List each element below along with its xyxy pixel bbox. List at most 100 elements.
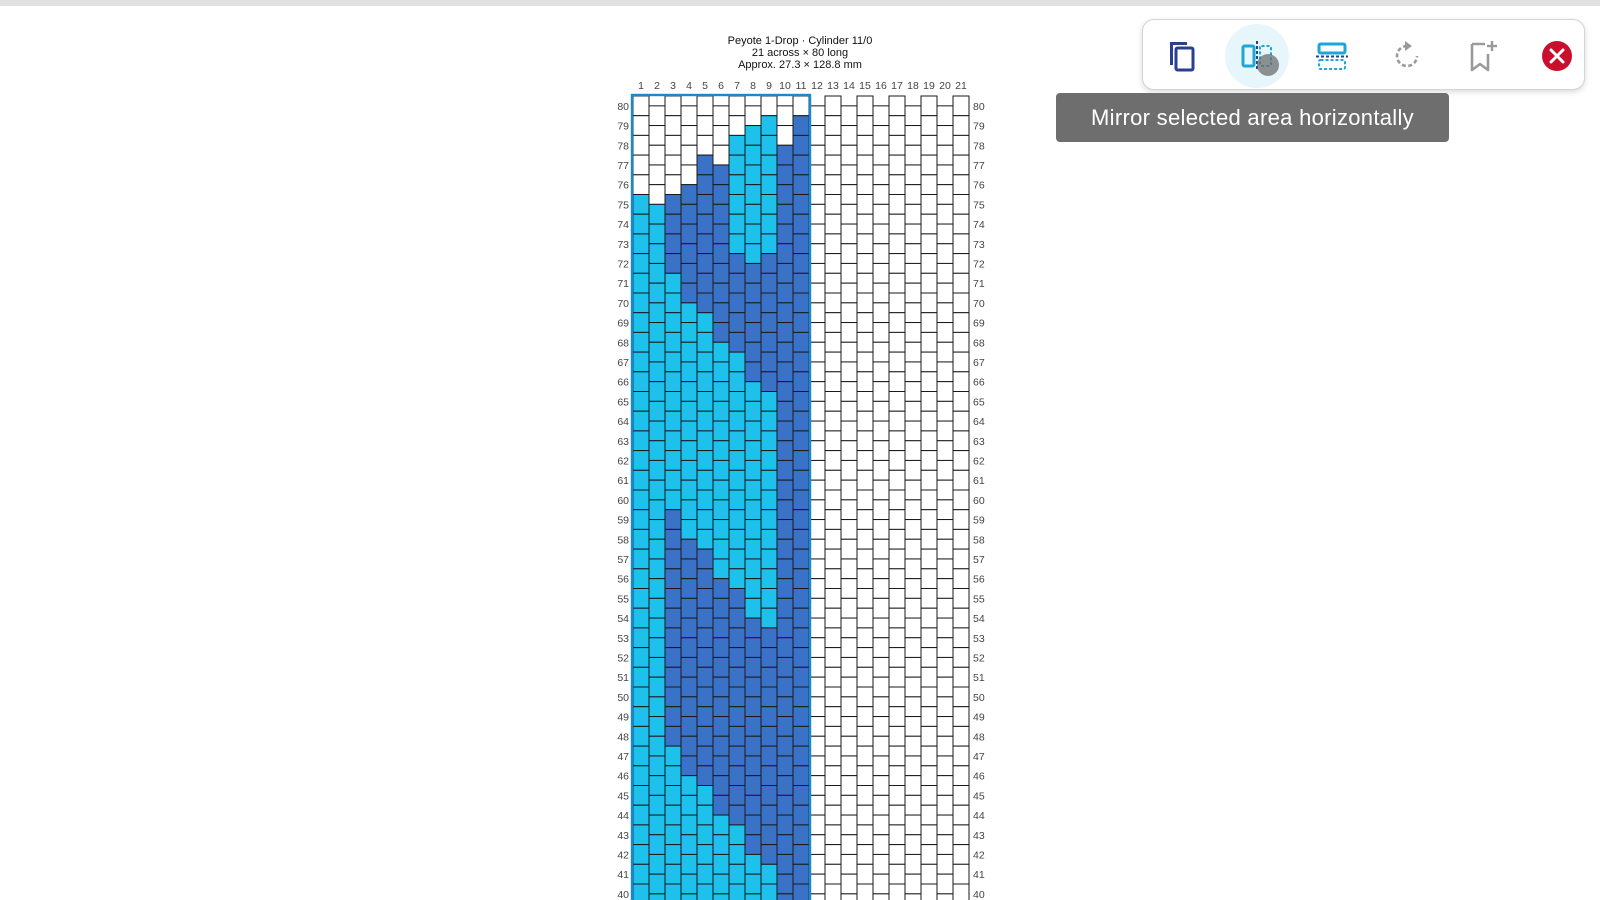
- bead: [808, 282, 826, 304]
- column-label: 20: [939, 80, 951, 92]
- bead: [712, 755, 730, 777]
- bead: [952, 745, 970, 767]
- bead: [872, 282, 890, 304]
- row-label-left: 78: [617, 140, 629, 152]
- bead: [872, 794, 890, 816]
- bead: [696, 666, 714, 688]
- row-label-left: 50: [617, 692, 629, 704]
- bead: [824, 844, 842, 865]
- bead: [760, 450, 778, 471]
- bead: [696, 627, 714, 649]
- row-label-left: 67: [617, 357, 629, 369]
- column-label: 10: [779, 80, 791, 92]
- row-label-left: 43: [617, 830, 629, 842]
- mirror-vertical-button[interactable]: [1300, 24, 1364, 88]
- bead: [744, 361, 762, 383]
- bead: [888, 391, 906, 412]
- bead: [680, 440, 698, 461]
- bead: [632, 213, 650, 235]
- bead: [872, 440, 890, 461]
- bead: [904, 361, 922, 383]
- bead: [648, 223, 666, 245]
- bead: [840, 656, 858, 678]
- bead: [664, 706, 682, 727]
- bead: [712, 381, 730, 402]
- bead: [712, 223, 730, 245]
- bead: [824, 548, 842, 570]
- bead: [664, 824, 682, 846]
- bead: [888, 253, 906, 274]
- bead: [888, 194, 906, 215]
- bead: [648, 617, 666, 639]
- bead: [728, 647, 746, 668]
- bead: [728, 824, 746, 846]
- bead: [904, 775, 922, 796]
- bead: [840, 519, 858, 540]
- bead: [776, 499, 794, 521]
- bead: [888, 134, 906, 156]
- bead: [776, 479, 794, 501]
- bead: [840, 716, 858, 737]
- bead: [904, 519, 922, 540]
- row-label-right: 80: [973, 101, 985, 113]
- bead: [728, 134, 746, 156]
- bead: [776, 676, 794, 698]
- rotate-button[interactable]: [1375, 24, 1439, 88]
- mirror-horizontal-button[interactable]: [1225, 24, 1289, 88]
- bead: [760, 568, 778, 589]
- column-label: 7: [734, 80, 740, 92]
- bead: [952, 489, 970, 511]
- bead: [776, 144, 794, 166]
- bead: [728, 686, 746, 708]
- bead: [936, 479, 954, 501]
- bead: [776, 794, 794, 816]
- row-label-right: 43: [973, 830, 985, 842]
- bead: [856, 194, 874, 215]
- bead: [696, 686, 714, 708]
- bead: [792, 804, 810, 826]
- bookmark-add-button[interactable]: [1450, 24, 1514, 88]
- bead: [712, 203, 730, 225]
- bead: [856, 233, 874, 255]
- row-label-left: 54: [617, 613, 629, 625]
- bead: [952, 115, 970, 136]
- bead: [648, 853, 666, 875]
- column-label: 21: [955, 80, 967, 92]
- bead: [936, 853, 954, 875]
- bead: [920, 627, 938, 649]
- bead: [824, 745, 842, 767]
- bead: [792, 607, 810, 629]
- bead: [744, 105, 762, 127]
- bead: [712, 893, 730, 900]
- bead: [712, 676, 730, 698]
- bead: [792, 509, 810, 530]
- bead: [712, 420, 730, 442]
- bead: [632, 371, 650, 392]
- bead: [760, 607, 778, 629]
- bead: [728, 844, 746, 865]
- bead: [840, 893, 858, 900]
- copy-button[interactable]: [1150, 24, 1214, 88]
- bead: [760, 233, 778, 255]
- bead: [936, 105, 954, 127]
- bead: [744, 538, 762, 560]
- row-label-right: 66: [973, 377, 985, 389]
- bead: [760, 174, 778, 196]
- bead: [776, 656, 794, 678]
- bead: [872, 322, 890, 343]
- row-label-left: 46: [617, 771, 629, 783]
- bead: [792, 351, 810, 373]
- bead: [728, 272, 746, 294]
- bead: [632, 785, 650, 806]
- bead: [920, 824, 938, 846]
- bead: [824, 607, 842, 629]
- bead: [952, 765, 970, 786]
- row-label-left: 61: [617, 475, 629, 487]
- bead: [696, 745, 714, 767]
- bead: [696, 391, 714, 412]
- close-button[interactable]: [1525, 24, 1589, 88]
- bead: [792, 115, 810, 136]
- bead: [728, 95, 746, 117]
- row-label-right: 53: [973, 633, 985, 645]
- bead: [824, 174, 842, 196]
